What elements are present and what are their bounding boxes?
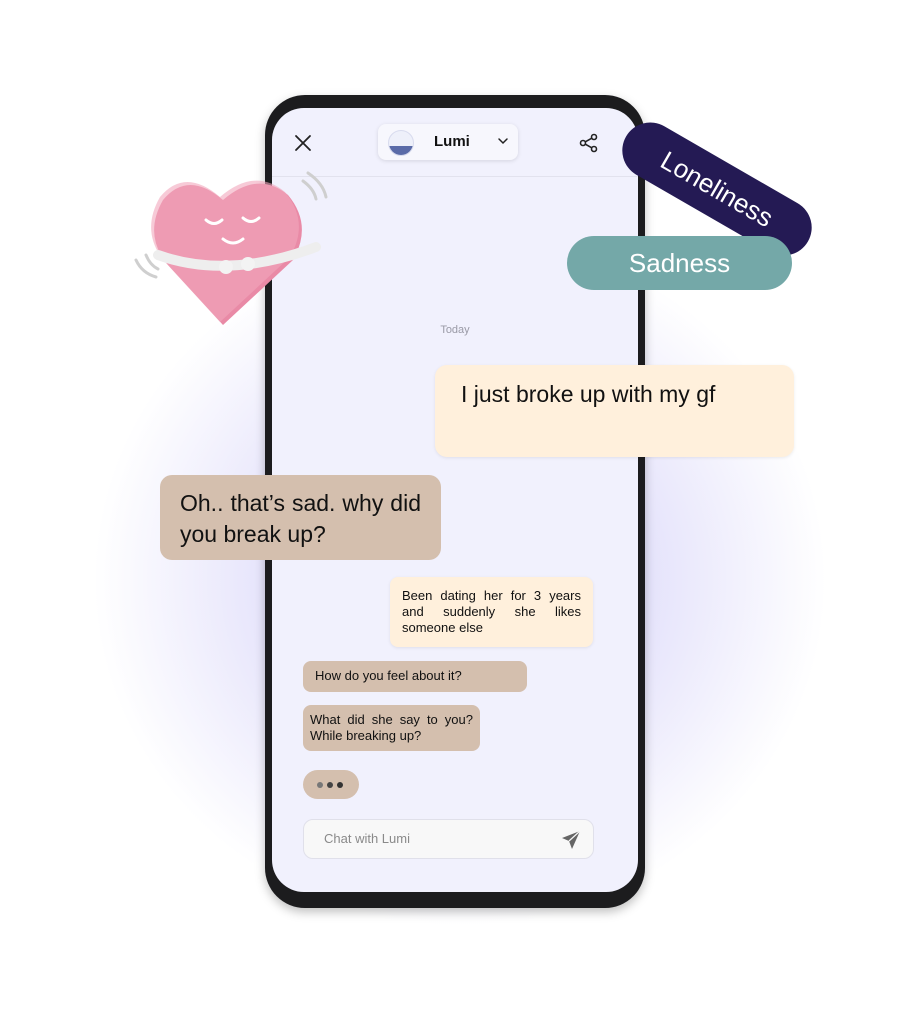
chat-input-box[interactable] [303, 819, 594, 859]
bot-selector-dropdown[interactable]: Lumi [378, 124, 518, 160]
typing-indicator [303, 770, 359, 799]
send-icon[interactable] [560, 829, 582, 851]
hugging-heart-illustration [134, 171, 328, 325]
typing-dot [317, 782, 323, 788]
share-icon[interactable] [578, 132, 600, 154]
lumi-avatar [388, 130, 414, 156]
chat-input[interactable] [322, 830, 546, 847]
bot-name: Lumi [434, 133, 470, 150]
typing-dot [327, 782, 333, 788]
chevron-down-icon [498, 138, 508, 145]
floating-bot-message: Oh.. that’s sad. why did you break up? [160, 475, 441, 560]
tag-sadness: Sadness [567, 236, 792, 290]
close-icon[interactable] [292, 132, 314, 154]
typing-dot [337, 782, 343, 788]
bot-message: How do you feel about it? [303, 661, 527, 692]
bot-message: What did she say to you? While breaking … [303, 705, 480, 751]
user-message: Been dating her for 3 years and suddenly… [390, 577, 593, 647]
floating-user-message: I just broke up with my gf [435, 365, 794, 457]
